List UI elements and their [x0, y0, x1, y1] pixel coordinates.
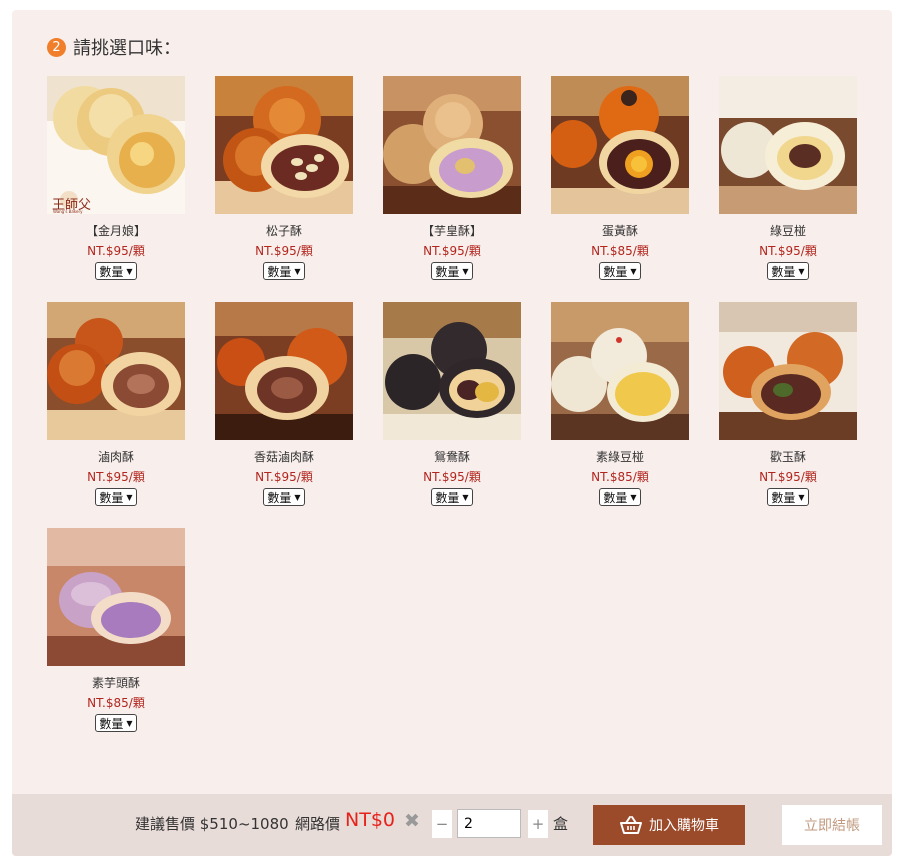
chevron-down-icon: ▼	[462, 266, 469, 276]
product-card: 綠豆椪 NT.$95/顆 數量 ▼	[719, 76, 857, 280]
product-name: 【金月娘】	[85, 224, 146, 238]
product-grid: 王師父 Wang's Bakery 【金月娘】 NT.$95/顆 數量 ▼ 松子…	[47, 76, 867, 732]
quantity-select[interactable]: 數量 ▼	[431, 262, 473, 280]
product-name: 綠豆椪	[769, 224, 806, 238]
product-card: 素綠豆椪 NT.$85/顆 數量 ▼	[551, 302, 689, 506]
quantity-select[interactable]: 數量 ▼	[95, 262, 137, 280]
product-card: 素芋頭酥 NT.$85/顆 數量 ▼	[47, 528, 185, 732]
product-image[interactable]	[719, 76, 857, 214]
product-name: 素芋頭酥	[91, 676, 140, 690]
basket-icon	[620, 816, 642, 834]
product-price: NT.$95/顆	[87, 244, 145, 258]
chevron-down-icon: ▼	[630, 492, 637, 502]
chevron-down-icon: ▼	[462, 492, 469, 502]
product-image[interactable]	[383, 76, 521, 214]
quantity-select[interactable]: 數量 ▼	[95, 714, 137, 732]
chevron-down-icon: ▼	[126, 718, 133, 728]
checkout-button[interactable]: 立即結帳	[782, 805, 882, 845]
suggested-price: 建議售價 $510~1080	[135, 815, 289, 833]
product-price: NT.$95/顆	[87, 470, 145, 484]
chevron-down-icon: ▼	[798, 266, 805, 276]
quantity-select[interactable]: 數量 ▼	[263, 262, 305, 280]
product-panel: 2 請挑選口味： 王師父 Wang's Bakery 【金月娘】 NT.$95/…	[12, 10, 892, 856]
product-image[interactable]	[215, 302, 353, 440]
product-name: 蛋黃酥	[601, 224, 638, 238]
product-price: NT.$95/顆	[423, 244, 481, 258]
product-price: NT.$85/顆	[591, 470, 649, 484]
product-image[interactable]	[551, 302, 689, 440]
product-card: 滷肉酥 NT.$95/顆 數量 ▼	[47, 302, 185, 506]
product-image[interactable]	[215, 76, 353, 214]
order-bar: 建議售價 $510~1080 網路價 NT$0 ✖ − + 盒 加入購物車 立即…	[12, 794, 892, 856]
chevron-down-icon: ▼	[126, 266, 133, 276]
quantity-decrease-button[interactable]: −	[432, 810, 452, 838]
step-title: 請挑選口味：	[73, 38, 181, 59]
product-name: 松子酥	[265, 224, 302, 238]
product-name: 鴛鴦酥	[433, 450, 470, 464]
quantity-select[interactable]: 數量 ▼	[263, 488, 305, 506]
step-heading: 2 請挑選口味：	[47, 34, 181, 60]
chevron-down-icon: ▼	[630, 266, 637, 276]
product-card: 王師父 Wang's Bakery 【金月娘】 NT.$95/顆 數量 ▼	[47, 76, 185, 280]
product-price: NT.$95/顆	[255, 244, 313, 258]
product-image[interactable]	[383, 302, 521, 440]
clear-icon[interactable]: ✖	[404, 810, 420, 832]
product-name: 歡玉酥	[769, 450, 806, 464]
net-price-value: NT$0	[345, 809, 395, 831]
product-card: 【芋皇酥】 NT.$95/顆 數量 ▼	[383, 76, 521, 280]
step-number-badge: 2	[47, 37, 66, 57]
chevron-down-icon: ▼	[294, 266, 301, 276]
product-name: 滷肉酥	[97, 450, 134, 464]
product-price: NT.$95/顆	[759, 470, 817, 484]
product-card: 蛋黃酥 NT.$85/顆 數量 ▼	[551, 76, 689, 280]
quantity-select[interactable]: 數量 ▼	[599, 262, 641, 280]
product-card: 鴛鴦酥 NT.$95/顆 數量 ▼	[383, 302, 521, 506]
brand-logo-subtext: Wang's Bakery	[53, 209, 83, 214]
quantity-select[interactable]: 數量 ▼	[431, 488, 473, 506]
product-name: 香菇滷肉酥	[253, 450, 314, 464]
quantity-unit: 盒	[553, 815, 569, 833]
quantity-select[interactable]: 數量 ▼	[767, 262, 809, 280]
chevron-down-icon: ▼	[294, 492, 301, 502]
product-name: 【芋皇酥】	[421, 224, 482, 238]
add-to-cart-label: 加入購物車	[649, 818, 719, 834]
quantity-select[interactable]: 數量 ▼	[95, 488, 137, 506]
add-to-cart-button[interactable]: 加入購物車	[593, 805, 745, 845]
product-image[interactable]: 王師父 Wang's Bakery	[47, 76, 185, 214]
product-card: 歡玉酥 NT.$95/顆 數量 ▼	[719, 302, 857, 506]
quantity-select[interactable]: 數量 ▼	[767, 488, 809, 506]
product-name: 素綠豆椪	[595, 450, 644, 464]
product-card: 松子酥 NT.$95/顆 數量 ▼	[215, 76, 353, 280]
chevron-down-icon: ▼	[798, 492, 805, 502]
product-image[interactable]	[551, 76, 689, 214]
product-price: NT.$95/顆	[423, 470, 481, 484]
product-image[interactable]	[47, 528, 185, 666]
quantity-select[interactable]: 數量 ▼	[599, 488, 641, 506]
product-card: 香菇滷肉酥 NT.$95/顆 數量 ▼	[215, 302, 353, 506]
quantity-increase-button[interactable]: +	[528, 810, 548, 838]
product-price: NT.$95/顆	[759, 244, 817, 258]
product-price: NT.$95/顆	[255, 470, 313, 484]
product-image[interactable]	[719, 302, 857, 440]
chevron-down-icon: ▼	[126, 492, 133, 502]
box-quantity-input[interactable]	[457, 809, 521, 838]
product-image[interactable]	[47, 302, 185, 440]
net-price-label: 網路價	[295, 815, 341, 833]
product-price: NT.$85/顆	[591, 244, 649, 258]
product-price: NT.$85/顆	[87, 696, 145, 710]
